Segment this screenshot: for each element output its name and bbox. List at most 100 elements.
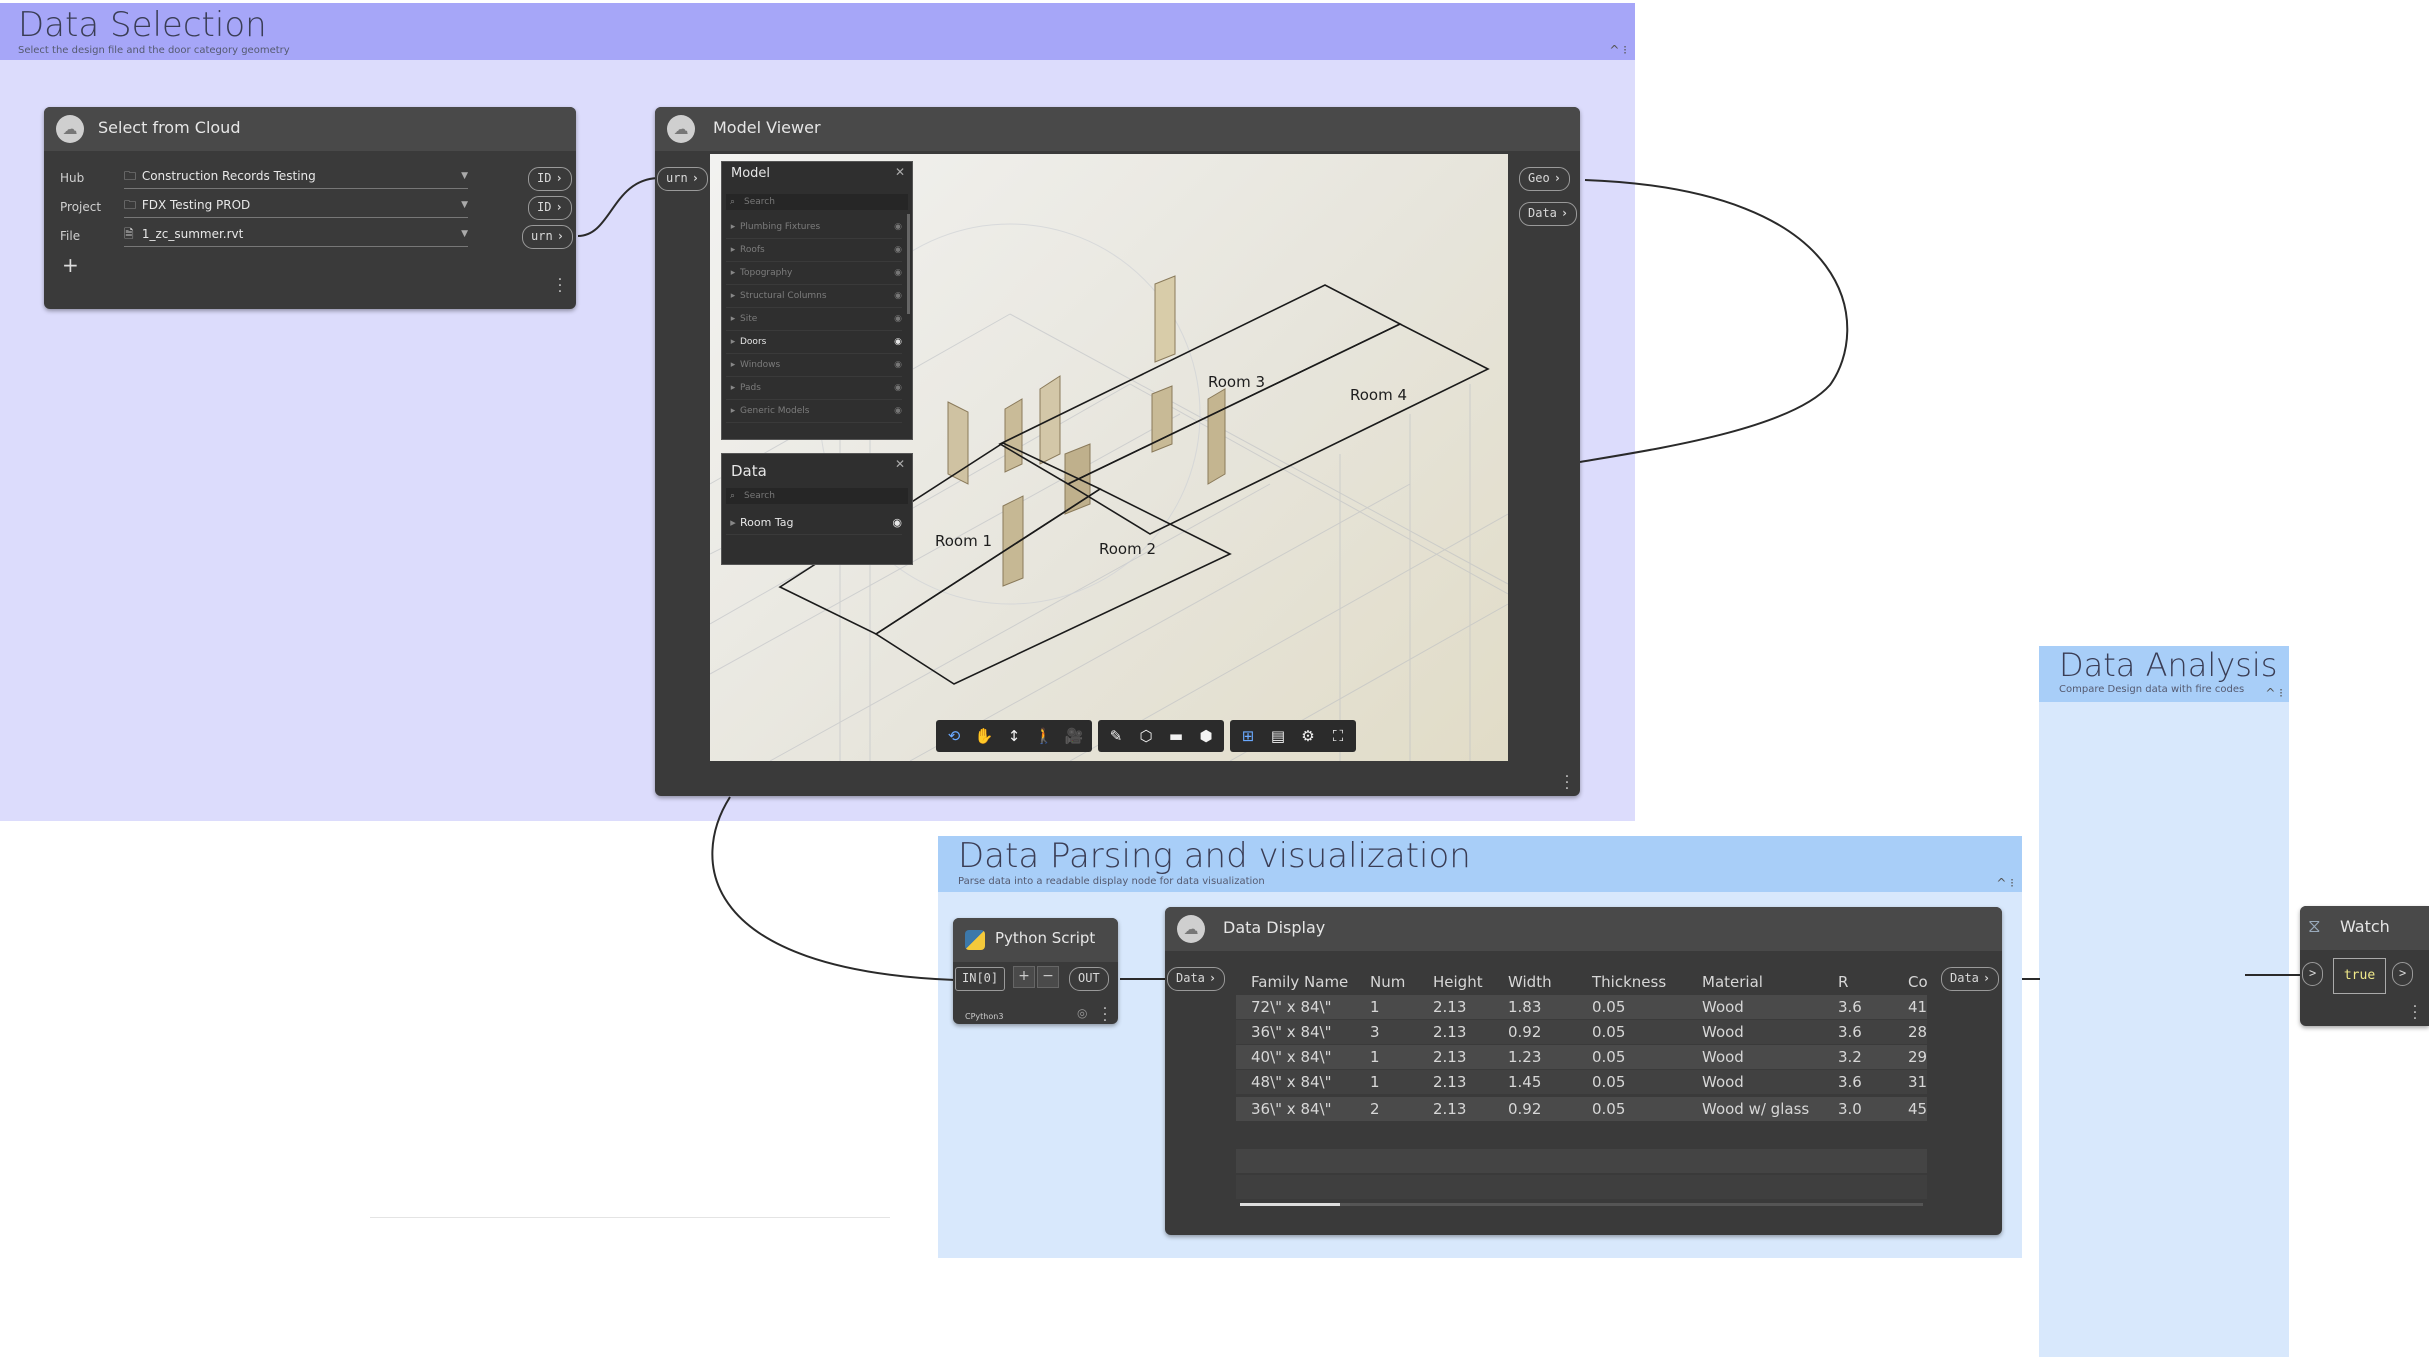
model-viewer-node[interactable]: ☁ Model Viewer urn› Geo› Data› ··· xyxy=(655,107,1580,796)
model-tree-item[interactable]: ▸ Plumbing Fixtures ◉ xyxy=(726,216,902,239)
model-tree-item[interactable]: ▸ Structural Columns ◉ xyxy=(726,285,902,308)
close-icon[interactable]: ✕ xyxy=(895,165,905,179)
add-field-button[interactable]: + xyxy=(62,253,79,277)
search-input[interactable]: Search xyxy=(726,488,908,504)
visibility-eye-icon[interactable]: ◉ xyxy=(894,262,902,284)
data-panel[interactable]: Data ✕ Search ⌕ ▸ Room Tag ◉ xyxy=(721,453,913,565)
out-port[interactable]: OUT xyxy=(1069,967,1109,991)
expand-arrow-icon[interactable]: ▸ xyxy=(726,216,740,238)
file-dropdown[interactable]: 🗎 1_zc_summer.rvt ▼ xyxy=(124,222,468,247)
properties-icon[interactable]: ▤ xyxy=(1265,724,1291,748)
table-row[interactable]: 72\" x 84\" 1 2.13 1.83 0.05 Wood 3.6 41. xyxy=(1236,995,1927,1019)
zoom-icon[interactable]: ↕ xyxy=(1001,724,1027,748)
data-output-port[interactable]: Data › xyxy=(1941,967,2000,991)
column-header[interactable]: Num xyxy=(1370,973,1405,991)
table-row[interactable]: 40\" x 84\" 1 2.13 1.23 0.05 Wood 3.2 29 xyxy=(1236,1045,1927,1069)
node-header[interactable]: ☁ Model Viewer xyxy=(655,107,1580,151)
column-header[interactable]: Material xyxy=(1702,973,1763,991)
node-header[interactable]: Python Script xyxy=(953,918,1118,962)
expand-arrow-icon[interactable]: ▸ xyxy=(726,285,740,307)
model-tree-item[interactable]: ▸ Site ◉ xyxy=(726,308,902,331)
model-tree-item[interactable]: ▸ Pads ◉ xyxy=(726,377,902,400)
hub-id-port[interactable]: ID › xyxy=(528,167,572,191)
search-input[interactable]: Search xyxy=(726,194,908,210)
select-from-cloud-node[interactable]: ☁ Select from Cloud Hub 🗀 Construction R… xyxy=(44,107,576,309)
expand-arrow-icon[interactable]: ▸ xyxy=(726,331,740,353)
scrollbar[interactable] xyxy=(907,214,910,314)
measure-icon[interactable]: ✎ xyxy=(1103,724,1129,748)
section-icon[interactable]: ⬡ xyxy=(1133,724,1159,748)
column-header[interactable]: Family Name xyxy=(1251,973,1348,991)
table-row[interactable]: 36\" x 84\" 3 2.13 0.92 0.05 Wood 3.6 28 xyxy=(1236,1020,1927,1044)
expand-arrow-icon[interactable]: ▸ xyxy=(726,400,740,422)
orbit-icon[interactable]: ⟲ xyxy=(941,724,967,748)
remove-input-button[interactable]: − xyxy=(1037,966,1059,988)
visibility-eye-icon[interactable]: ◉ xyxy=(894,331,902,353)
table-row[interactable]: 36\" x 84\" 2 2.13 0.92 0.05 Wood w/ glass 3.0… xyxy=(1236,1097,1927,1121)
watch-input-port[interactable]: > xyxy=(2302,962,2324,986)
node-menu-icon[interactable]: · · · xyxy=(2412,1000,2418,1026)
column-header[interactable]: R xyxy=(1838,973,1848,991)
visibility-eye-icon[interactable]: ◉ xyxy=(894,400,902,422)
data-output-port[interactable]: Data › xyxy=(1519,202,1578,226)
data-display-node[interactable]: ☁ Data Display Data › Data › Family Name N… xyxy=(1165,907,2002,1235)
column-header[interactable]: Width xyxy=(1508,973,1552,991)
scrollbar-thumb[interactable] xyxy=(1240,1203,1340,1206)
file-urn-port[interactable]: urn › xyxy=(522,225,573,249)
close-icon[interactable]: ✕ xyxy=(895,457,905,471)
settings-icon[interactable]: ⚙ xyxy=(1295,724,1321,748)
horizontal-scrollbar[interactable] xyxy=(1240,1203,1923,1206)
add-input-button[interactable]: + xyxy=(1013,966,1035,988)
data-input-port[interactable]: Data › xyxy=(1167,967,1226,991)
model-tree-item[interactable]: ▸ Doors ◉ xyxy=(726,331,902,354)
structure-icon[interactable]: ⊞ xyxy=(1235,724,1261,748)
column-header[interactable]: Thickness xyxy=(1592,973,1666,991)
column-header[interactable]: Co xyxy=(1908,973,1927,991)
table-row[interactable]: 48\" x 84\" 1 2.13 1.45 0.05 Wood 3.6 31. xyxy=(1236,1070,1927,1094)
watch-node[interactable]: ⧖ Watch > true > · · · xyxy=(2300,906,2429,1026)
watch-output-port[interactable]: > xyxy=(2392,962,2414,986)
model-tree-item[interactable]: ▸ Topography ◉ xyxy=(726,262,902,285)
geo-output-port[interactable]: Geo › xyxy=(1519,167,1570,191)
expand-arrow-icon[interactable]: ▸ xyxy=(726,239,740,261)
pan-icon[interactable]: ✋ xyxy=(971,724,997,748)
node-menu-icon[interactable]: · · · xyxy=(1564,770,1570,796)
visibility-eye-icon[interactable]: ◉ xyxy=(894,239,902,261)
node-header[interactable]: ☁ Data Display xyxy=(1165,907,2002,951)
table-cell: 0.05 xyxy=(1592,1023,1626,1041)
visibility-eye-icon[interactable]: ◉ xyxy=(894,285,902,307)
project-id-port[interactable]: ID › xyxy=(528,196,572,220)
node-menu-icon[interactable]: · · · xyxy=(557,273,563,299)
expand-arrow-icon[interactable]: ▸ xyxy=(726,377,740,399)
expand-arrow-icon[interactable]: ▸ xyxy=(726,308,740,330)
model-browser-icon[interactable]: ⬢ xyxy=(1193,724,1219,748)
urn-input-port[interactable]: urn › xyxy=(657,167,708,191)
model-tree-item[interactable]: ▸ Windows ◉ xyxy=(726,354,902,377)
data-tree-item[interactable]: ▸ Room Tag ◉ xyxy=(726,512,902,535)
node-header[interactable]: ⧖ Watch xyxy=(2300,906,2429,950)
column-header[interactable]: Height xyxy=(1433,973,1483,991)
python-script-node[interactable]: Python Script IN[0] + − OUT CPython3 ◎ ·… xyxy=(953,918,1118,1028)
fullscreen-icon[interactable]: ⛶ xyxy=(1325,724,1351,748)
model-tree-item[interactable]: ▸ Generic Models ◉ xyxy=(726,400,902,423)
visibility-eye-icon[interactable]: ◉ xyxy=(894,354,902,376)
project-dropdown[interactable]: 🗀 FDX Testing PROD ▼ xyxy=(124,193,468,218)
3d-viewport[interactable]: Room 1 Room 2 Room 3 Room 4 Model ✕ Sear… xyxy=(710,154,1508,761)
expand-arrow-icon[interactable]: ▸ xyxy=(726,354,740,376)
preview-eye-icon[interactable]: ◎ xyxy=(1077,1006,1087,1020)
visibility-eye-icon[interactable]: ◉ xyxy=(894,216,902,238)
camera-icon[interactable]: 🎥 xyxy=(1061,724,1087,748)
visibility-eye-icon[interactable]: ◉ xyxy=(892,512,902,534)
in0-port[interactable]: IN[0] xyxy=(955,967,1006,991)
visibility-eye-icon[interactable]: ◉ xyxy=(894,308,902,330)
node-menu-icon[interactable]: · · · xyxy=(1102,1002,1108,1028)
visibility-eye-icon[interactable]: ◉ xyxy=(894,377,902,399)
explode-icon[interactable]: ▬ xyxy=(1163,724,1189,748)
expand-arrow-icon[interactable]: ▸ xyxy=(726,512,740,534)
model-tree-item[interactable]: ▸ Roofs ◉ xyxy=(726,239,902,262)
hub-dropdown[interactable]: 🗀 Construction Records Testing ▼ xyxy=(124,164,468,189)
walk-icon[interactable]: 🚶 xyxy=(1031,724,1057,748)
node-header[interactable]: ☁ Select from Cloud xyxy=(44,107,576,151)
expand-arrow-icon[interactable]: ▸ xyxy=(726,262,740,284)
model-browser-panel[interactable]: Model ✕ Search ⌕ ▸ Plumbing Fixtures ◉ ▸ Roo… xyxy=(721,161,913,440)
